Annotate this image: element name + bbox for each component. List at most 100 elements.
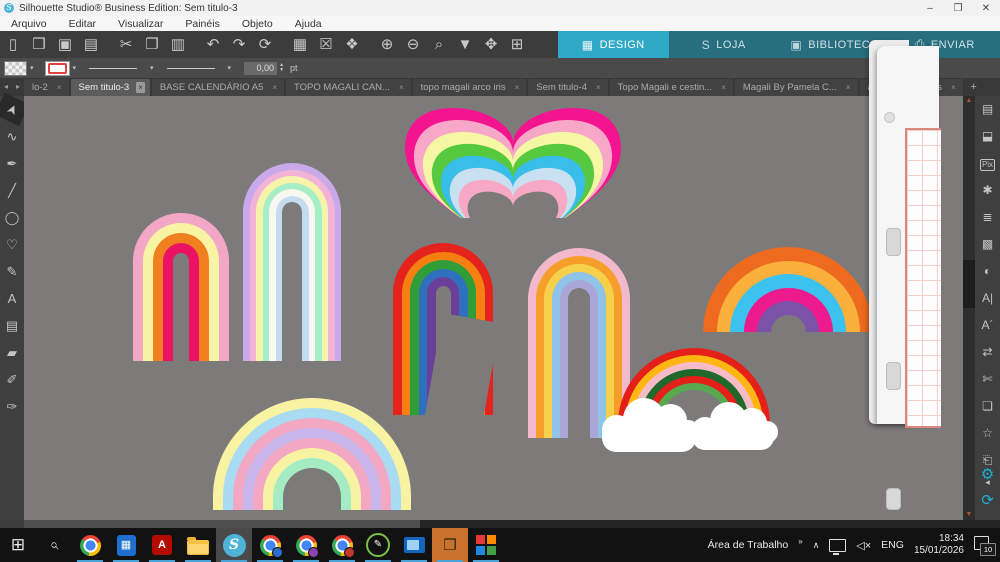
eraser-tool[interactable]: ▰ — [0, 339, 24, 366]
menu-arquivo[interactable]: Arquivo — [0, 18, 58, 30]
line-style-dropdown[interactable] — [85, 62, 147, 75]
cloud-left[interactable] — [602, 398, 696, 452]
desktop-label[interactable]: Área de Trabalho — [708, 539, 789, 551]
deselect-icon[interactable]: ☒ — [313, 31, 339, 58]
pixscan-panel[interactable]: Pix — [975, 150, 1000, 177]
cloud-right[interactable] — [692, 402, 774, 450]
pastel-rainbow[interactable] — [213, 398, 411, 510]
doc-tab-close-icon[interactable]: × — [844, 82, 853, 93]
stroke-width-input[interactable]: 0,00 — [244, 62, 277, 75]
redo-icon[interactable]: ↷ — [226, 31, 252, 58]
fit-to-page-icon[interactable]: ⊞ — [504, 31, 530, 58]
restore-button[interactable]: ❐ — [944, 3, 972, 14]
doc-tab-close-icon[interactable]: × — [55, 82, 64, 93]
doc-tab[interactable]: TOPO MAGALI CAN...× — [286, 79, 411, 96]
silhouette-studio-icon[interactable]: S — [216, 528, 252, 562]
knife-tool[interactable]: ✐ — [0, 366, 24, 393]
vertical-scrollbar-thumb[interactable] — [963, 260, 975, 308]
trace-icon[interactable]: ❖ — [339, 31, 365, 58]
doc-tab-close-icon[interactable]: × — [719, 82, 728, 93]
line-tool[interactable]: ╱ — [0, 177, 24, 204]
eraser-panel[interactable]: ✄ — [975, 366, 1000, 393]
fill-dropdown-arrow[interactable]: ▾ — [27, 64, 37, 72]
refresh-icon[interactable]: ⟳ — [252, 31, 278, 58]
stroke-swatch[interactable] — [45, 61, 70, 76]
doc-tab-close-icon[interactable]: × — [594, 82, 603, 93]
semicircle-bright[interactable] — [703, 247, 873, 332]
replicate-panel[interactable]: ❏ — [975, 393, 1000, 420]
mat-panel[interactable]: ⬓ — [975, 123, 1000, 150]
menu-visualizar[interactable]: Visualizar — [107, 18, 174, 30]
new-document-icon[interactable]: ▯ — [0, 31, 26, 58]
media-app-icon[interactable] — [396, 528, 432, 562]
chrome-profile3-icon[interactable] — [288, 528, 324, 562]
undo-icon[interactable]: ↶ — [200, 31, 226, 58]
pen-app-icon[interactable]: ✎ — [360, 528, 396, 562]
arch-classic[interactable] — [393, 243, 493, 415]
hidden-icons-arrow[interactable]: ∧ — [813, 540, 820, 551]
print-icon[interactable]: ▤ — [78, 31, 104, 58]
desktop-chevron[interactable]: » — [798, 537, 802, 546]
doc-tab-close-icon[interactable]: × — [136, 82, 145, 93]
scroll-up-arrow[interactable]: ▲ — [963, 96, 975, 106]
fill-pattern-panel[interactable]: ▩ — [975, 231, 1000, 258]
menu-objeto[interactable]: Objeto — [231, 18, 284, 30]
search-button[interactable]: ⌕ — [36, 528, 72, 562]
doc-tab[interactable]: Magali By Pamela C...× — [735, 79, 858, 96]
heart-shape-tool[interactable]: ♡ — [0, 231, 24, 258]
speaker-muted-icon[interactable]: ◁× — [856, 539, 871, 552]
minimize-button[interactable]: – — [916, 3, 944, 14]
zoom-out-icon[interactable]: ⊖ — [400, 31, 426, 58]
settings-gear[interactable]: ⚙ — [975, 461, 1000, 488]
page-setup-panel[interactable]: ▤ — [975, 96, 1000, 123]
stroke-dropdown-arrow[interactable]: ▾ — [70, 64, 80, 72]
text-tool[interactable]: A — [0, 285, 24, 312]
tab-scroll-right[interactable]: ▸ — [12, 78, 24, 96]
horizontal-scrollbar-thumb[interactable] — [24, 520, 420, 528]
fill-color-panel[interactable]: ✱ — [975, 177, 1000, 204]
calculator-icon[interactable]: ▦ — [108, 528, 144, 562]
arch-pastel-tall[interactable] — [243, 163, 341, 361]
corner-style-arrow[interactable]: ▾ — [225, 64, 235, 72]
tab-design[interactable]: ▦DESIGN — [558, 31, 669, 58]
shade-panel[interactable]: ◐ — [975, 258, 1000, 285]
text-style-panel[interactable]: A| — [975, 285, 1000, 312]
new-tab-button[interactable]: + — [965, 79, 983, 96]
doc-tab-close-icon[interactable]: × — [513, 82, 522, 93]
clock[interactable]: 18:34 15/01/2026 — [914, 533, 964, 557]
sync-refresh[interactable]: ⟳ — [975, 487, 1000, 514]
drag-zoom-icon[interactable]: ▼ — [452, 31, 478, 58]
line-style-arrow[interactable]: ▾ — [147, 64, 157, 72]
tab-loja[interactable]: SLOJA — [669, 31, 780, 58]
language-indicator[interactable]: ENG — [881, 539, 904, 551]
paint-app-icon[interactable]: ❒ — [432, 528, 468, 562]
point-edit-tool[interactable]: ✒ — [0, 150, 24, 177]
stroke-width-stepper[interactable]: ▲▼ — [279, 63, 284, 73]
pan-hand-icon[interactable]: ✥ — [478, 31, 504, 58]
acrobat-icon[interactable]: A — [144, 528, 180, 562]
cut-icon[interactable]: ✂ — [113, 31, 139, 58]
doc-tab[interactable]: topo magali arco iris× — [413, 79, 527, 96]
canvas[interactable] — [24, 96, 963, 520]
menu-ajuda[interactable]: Ajuda — [284, 18, 333, 30]
doc-tab[interactable]: BASE CALENDÁRIO A5× — [152, 79, 284, 96]
doc-tab[interactable]: Topo Magali e cestin...× — [610, 79, 733, 96]
photos-app-icon[interactable] — [468, 528, 504, 562]
offset-panel[interactable]: ☆ — [975, 420, 1000, 447]
menu-editar[interactable]: Editar — [58, 18, 107, 30]
chrome-profile4-icon[interactable] — [324, 528, 360, 562]
doc-tab[interactable]: lo-2× — [24, 79, 69, 96]
copy-icon[interactable]: ❐ — [139, 31, 165, 58]
display-network-icon[interactable] — [829, 539, 846, 552]
line-style-panel[interactable]: ≣ — [975, 204, 1000, 231]
open-icon[interactable]: ❒ — [26, 31, 52, 58]
glyph-panel[interactable]: A´ — [975, 312, 1000, 339]
menu-painéis[interactable]: Painéis — [174, 18, 230, 30]
start-button[interactable]: ⊞ — [0, 528, 36, 562]
doc-tab-close-icon[interactable]: × — [949, 82, 958, 93]
eyedropper-tool[interactable]: ✑ — [0, 393, 24, 420]
corner-style-dropdown[interactable] — [163, 62, 225, 75]
notification-center-icon[interactable]: 10 — [974, 536, 994, 554]
doc-tab-close-icon[interactable]: × — [270, 82, 279, 93]
doc-tab-close-icon[interactable]: × — [397, 82, 406, 93]
